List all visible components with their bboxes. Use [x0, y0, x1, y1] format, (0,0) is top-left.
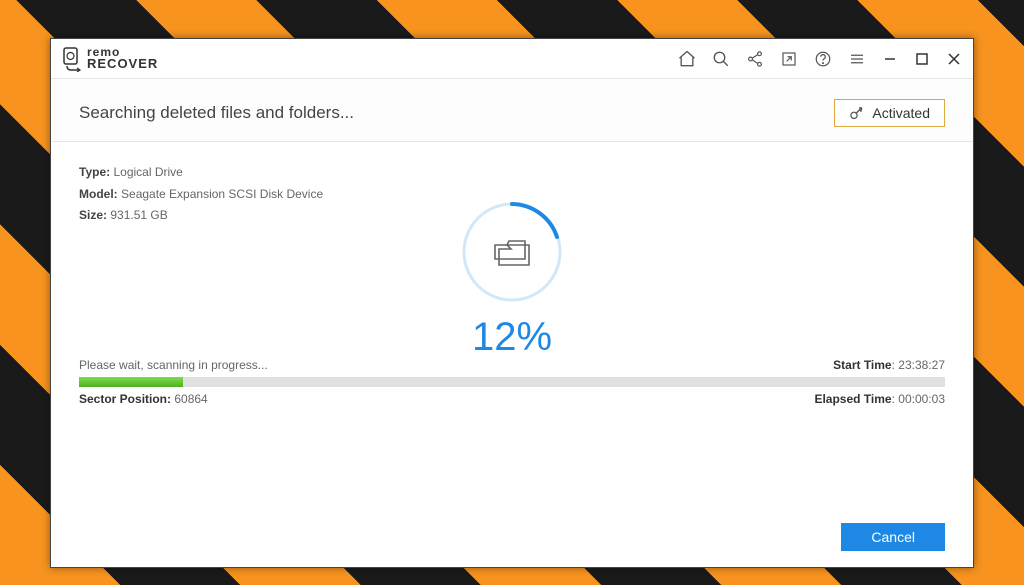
logo-icon: [61, 46, 83, 72]
type-value: Logical Drive: [113, 165, 182, 179]
titlebar-actions: [677, 49, 867, 69]
menu-icon[interactable]: [847, 49, 867, 69]
spinner-icon: [457, 197, 567, 307]
page-title: Searching deleted files and folders...: [79, 103, 354, 123]
maximize-button[interactable]: [913, 50, 931, 68]
help-icon[interactable]: [813, 49, 833, 69]
size-label: Size:: [79, 208, 107, 222]
search-icon[interactable]: [711, 49, 731, 69]
start-time-value: : 23:38:27: [892, 358, 945, 372]
app-window: remo RECOVER: [50, 38, 974, 568]
progress-percent: 12%: [457, 315, 567, 360]
progress-spinner: 12%: [457, 197, 567, 360]
titlebar: remo RECOVER: [51, 39, 973, 79]
wait-text: Please wait, scanning in progress...: [79, 358, 268, 372]
start-time-label: Start Time: [833, 358, 891, 372]
close-button[interactable]: [945, 50, 963, 68]
subheader: Searching deleted files and folders... A…: [51, 79, 973, 142]
folder-icon: [495, 241, 529, 265]
export-icon[interactable]: [779, 49, 799, 69]
elapsed-value: : 00:00:03: [892, 392, 945, 406]
content-area: Type: Logical Drive Model: Seagate Expan…: [51, 142, 973, 507]
home-icon[interactable]: [677, 49, 697, 69]
progress-bar: [79, 377, 945, 387]
minimize-button[interactable]: [881, 50, 899, 68]
progress-fill: [79, 377, 183, 387]
type-label: Type:: [79, 165, 110, 179]
activated-label: Activated: [872, 105, 930, 121]
window-controls: [881, 50, 963, 68]
app-logo: remo RECOVER: [61, 46, 158, 72]
model-label: Model:: [79, 187, 118, 201]
model-value: Seagate Expansion SCSI Disk Device: [121, 187, 323, 201]
size-value: 931.51 GB: [110, 208, 167, 222]
sector-value: 60864: [171, 392, 208, 406]
scan-status-row: Please wait, scanning in progress... Sta…: [79, 358, 945, 372]
footer: Cancel: [51, 507, 973, 567]
logo-text-bot: RECOVER: [87, 58, 158, 70]
activated-badge[interactable]: Activated: [834, 99, 945, 127]
sector-row: Sector Position: 60864 Elapsed Time: 00:…: [79, 392, 945, 406]
share-icon[interactable]: [745, 49, 765, 69]
cancel-button[interactable]: Cancel: [841, 523, 945, 551]
sector-label: Sector Position:: [79, 392, 171, 406]
key-icon: [849, 106, 864, 121]
elapsed-label: Elapsed Time: [814, 392, 891, 406]
